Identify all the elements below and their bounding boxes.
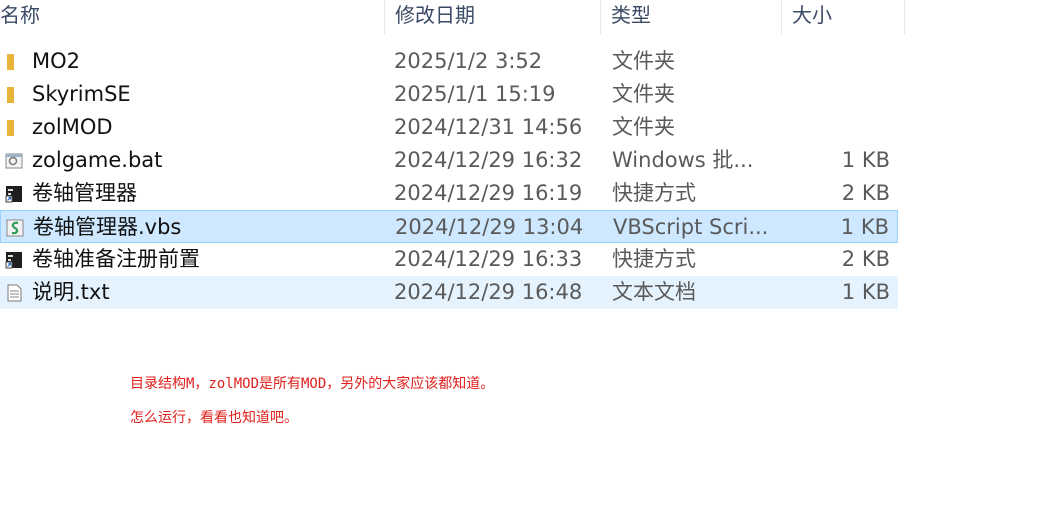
file-name: 卷轴管理器 bbox=[32, 181, 137, 205]
file-date: 2024/12/29 16:48 bbox=[394, 280, 583, 304]
file-name: 卷轴管理器.vbs bbox=[33, 215, 182, 239]
file-name: 说明.txt bbox=[32, 280, 110, 304]
file-date: 2024/12/29 16:32 bbox=[394, 148, 583, 172]
text-file-icon bbox=[7, 284, 22, 302]
column-header-type[interactable]: 类型 bbox=[601, 0, 782, 34]
file-name: MO2 bbox=[32, 49, 81, 73]
file-row[interactable]: zolMOD 2024/12/31 14:56 文件夹 bbox=[0, 111, 898, 144]
file-row[interactable]: 卷轴管理器 2024/12/29 16:19 快捷方式 2 KB bbox=[0, 177, 898, 210]
file-type: 文件夹 bbox=[612, 115, 675, 139]
file-name: 卷轴准备注册前置 bbox=[32, 247, 200, 271]
file-row[interactable]: zolgame.bat 2024/12/29 16:32 Windows 批..… bbox=[0, 144, 898, 177]
file-date: 2024/12/29 13:04 bbox=[395, 215, 584, 239]
file-size: 1 KB bbox=[840, 215, 889, 239]
file-size: 1 KB bbox=[841, 148, 890, 172]
shortcut-icon bbox=[5, 186, 22, 203]
annotation-note-line-1: 目录结构M，zolMOD是所有MOD，另外的大家应该都知道。 bbox=[130, 376, 495, 392]
file-name: zolgame.bat bbox=[32, 148, 163, 172]
column-header-bar: 名称 修改日期 类型 大小 bbox=[0, 0, 905, 34]
file-date: 2025/1/2 3:52 bbox=[394, 49, 543, 73]
file-type: VBScript Scri... bbox=[613, 215, 769, 239]
file-type: 文件夹 bbox=[612, 49, 675, 73]
file-name: SkyrimSE bbox=[32, 82, 131, 106]
file-type: Windows 批... bbox=[612, 148, 754, 172]
file-type: 文件夹 bbox=[612, 82, 675, 106]
file-row[interactable]: SkyrimSE 2025/1/1 15:19 文件夹 bbox=[0, 78, 898, 111]
shortcut-icon bbox=[5, 252, 22, 269]
file-date: 2024/12/29 16:19 bbox=[394, 181, 583, 205]
file-type: 快捷方式 bbox=[612, 181, 696, 205]
column-header-date-modified[interactable]: 修改日期 bbox=[385, 0, 601, 34]
file-row[interactable]: 卷轴准备注册前置 2024/12/29 16:33 快捷方式 2 KB bbox=[0, 243, 898, 276]
folder-icon bbox=[7, 120, 14, 136]
file-size: 2 KB bbox=[841, 181, 890, 205]
column-header-size[interactable]: 大小 bbox=[782, 0, 905, 34]
file-date: 2024/12/29 16:33 bbox=[394, 247, 583, 271]
annotation-note-line-2: 怎么运行，看看也知道吧。 bbox=[130, 410, 298, 426]
batch-file-icon bbox=[5, 153, 23, 169]
file-row[interactable]: MO2 2025/1/2 3:52 文件夹 bbox=[0, 45, 898, 78]
column-header-name[interactable]: 名称 bbox=[0, 0, 385, 34]
file-date: 2024/12/31 14:56 bbox=[394, 115, 583, 139]
file-date: 2025/1/1 15:19 bbox=[394, 82, 556, 106]
file-size: 2 KB bbox=[841, 247, 890, 271]
file-row-hover[interactable]: 说明.txt 2024/12/29 16:48 文本文档 1 KB bbox=[0, 276, 898, 309]
folder-icon bbox=[7, 54, 14, 70]
vbscript-file-icon bbox=[6, 219, 24, 237]
folder-icon bbox=[7, 87, 14, 103]
file-row-selected[interactable]: 卷轴管理器.vbs 2024/12/29 13:04 VBScript Scri… bbox=[0, 210, 898, 243]
file-size: 1 KB bbox=[841, 280, 890, 304]
file-type: 快捷方式 bbox=[612, 247, 696, 271]
file-name: zolMOD bbox=[32, 115, 113, 139]
file-type: 文本文档 bbox=[612, 280, 696, 304]
